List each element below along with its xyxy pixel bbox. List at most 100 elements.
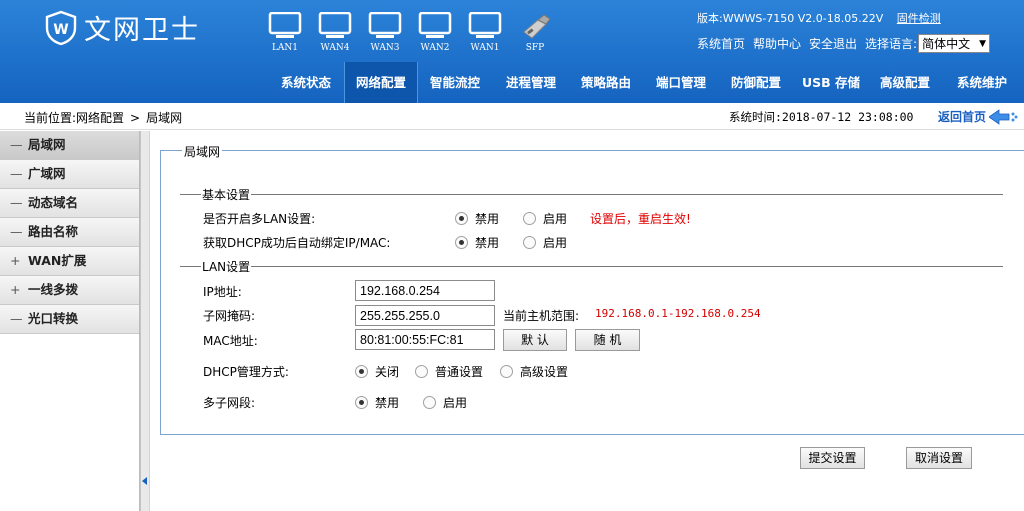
host-range-label: 当前主机范围: bbox=[503, 309, 580, 323]
dhcp-normal-radio[interactable]: 普通设置 bbox=[415, 363, 483, 380]
mac-default-button[interactable]: 默 认 bbox=[503, 329, 567, 351]
port-lan1[interactable]: LAN1 bbox=[260, 12, 310, 53]
brand-name: 文网卫士 bbox=[84, 15, 200, 46]
breadcrumb: 当前位置:网络配置 > 局域网 bbox=[24, 109, 182, 126]
back-home-link[interactable]: 返回首页 bbox=[938, 108, 1019, 125]
breadcrumb-bar: 当前位置:网络配置 > 局域网 系统时间:2018-07-12 23:08:00 返… bbox=[0, 103, 1024, 130]
nav-defense-config[interactable]: 防御配置 bbox=[722, 62, 790, 103]
sidebar-item-lan[interactable]: — 局域网 bbox=[0, 131, 139, 160]
panel-title: 局域网 bbox=[182, 143, 223, 160]
dhcp-bind-enable-radio[interactable]: 启用 bbox=[523, 234, 567, 251]
dhcp-off-radio[interactable]: 关闭 bbox=[355, 363, 399, 380]
breadcrumb-prefix: 当前位置:网络配置 bbox=[24, 111, 125, 125]
multi-lan-enable-radio[interactable]: 启用 bbox=[523, 210, 567, 227]
cancel-settings-button[interactable]: 取消设置 bbox=[906, 447, 972, 469]
sidebar-toggle-strip[interactable] bbox=[140, 131, 150, 511]
ip-address-input[interactable] bbox=[355, 280, 495, 301]
sidebar-item-multi-dial[interactable]: + 一线多拨 bbox=[0, 276, 139, 305]
nav-port-mgmt[interactable]: 端口管理 bbox=[647, 62, 715, 103]
port-label: WAN4 bbox=[320, 43, 350, 53]
multi-subnet-label: 多子网段: bbox=[203, 396, 256, 410]
mac-address-input[interactable] bbox=[355, 329, 495, 350]
port-wan3[interactable]: WAN3 bbox=[360, 12, 410, 53]
dhcp-bind-disable-radio[interactable]: 禁用 bbox=[455, 234, 499, 251]
sidebar-item-label: 动态域名 bbox=[28, 195, 79, 210]
multi-lan-disable-radio[interactable]: 禁用 bbox=[455, 210, 499, 227]
sidebar-item-label: WAN扩展 bbox=[28, 253, 87, 268]
dhcp-bind-label: 获取DHCP成功后自动绑定IP/MAC: bbox=[203, 236, 391, 250]
nav-network-config[interactable]: 网络配置 bbox=[344, 62, 418, 103]
help-center-link[interactable]: 帮助中心 bbox=[753, 35, 801, 52]
monitor-icon bbox=[318, 12, 352, 38]
lan-settings-title: LAN设置 bbox=[201, 258, 252, 275]
dropdown-arrow-icon: ▼ bbox=[979, 38, 987, 49]
sidebar-item-ddns[interactable]: — 动态域名 bbox=[0, 189, 139, 218]
system-home-link[interactable]: 系统首页 bbox=[697, 35, 745, 52]
firmware-check-link[interactable]: 固件检测 bbox=[897, 12, 941, 25]
radio-label: 禁用 bbox=[475, 212, 500, 226]
sidebar-item-wan[interactable]: — 广域网 bbox=[0, 160, 139, 189]
radio-checked-icon bbox=[455, 236, 468, 249]
back-arrow-icon bbox=[989, 108, 1018, 125]
port-status-bar: LAN1 WAN4 WAN3 WAN2 WAN1 SFP bbox=[260, 12, 560, 53]
multi-lan-label: 是否开启多LAN设置: bbox=[203, 212, 316, 226]
breadcrumb-separator: > bbox=[130, 111, 141, 125]
radio-unchecked-icon bbox=[523, 236, 536, 249]
port-wan2[interactable]: WAN2 bbox=[410, 12, 460, 53]
radio-label: 关闭 bbox=[375, 365, 400, 379]
port-wan4[interactable]: WAN4 bbox=[310, 12, 360, 53]
nav-advanced-config[interactable]: 高级配置 bbox=[871, 62, 939, 103]
nav-system-maintenance[interactable]: 系统维护 bbox=[946, 62, 1018, 103]
radio-unchecked-icon bbox=[500, 365, 513, 378]
multi-subnet-disable-radio[interactable]: 禁用 bbox=[355, 394, 399, 411]
radio-checked-icon bbox=[355, 396, 368, 409]
radio-label: 启用 bbox=[543, 212, 568, 226]
sidebar-item-wan-extend[interactable]: + WAN扩展 bbox=[0, 247, 139, 276]
nav-process-mgmt[interactable]: 进程管理 bbox=[497, 62, 565, 103]
port-sfp[interactable]: SFP bbox=[510, 12, 560, 53]
dhcp-advanced-radio[interactable]: 高级设置 bbox=[500, 363, 568, 380]
port-label: SFP bbox=[525, 43, 545, 53]
sidebar-item-label: 光口转换 bbox=[28, 311, 79, 326]
version-area: 版本:WWWS-7150 V2.0-18.05.22V 固件检测 系统首页 帮助… bbox=[697, 10, 991, 53]
sidebar-item-router-name[interactable]: — 路由名称 bbox=[0, 218, 139, 247]
collapse-sidebar-icon[interactable] bbox=[142, 477, 147, 485]
nav-system-status[interactable]: 系统状态 bbox=[272, 62, 340, 103]
nav-traffic-control[interactable]: 智能流控 bbox=[421, 62, 489, 103]
subnet-mask-input[interactable] bbox=[355, 305, 495, 326]
radio-label: 启用 bbox=[443, 396, 468, 410]
sidebar-item-optical-convert[interactable]: — 光口转换 bbox=[0, 305, 139, 334]
back-home-label: 返回首页 bbox=[938, 110, 987, 124]
multi-subnet-enable-radio[interactable]: 启用 bbox=[423, 394, 467, 411]
port-label: WAN3 bbox=[370, 43, 400, 53]
collapse-icon: — bbox=[10, 224, 23, 239]
top-header: W 文网卫士 LAN1 WAN4 WAN3 WAN2 WAN1 SFP 版本:W… bbox=[0, 0, 1024, 103]
dhcp-mode-label: DHCP管理方式: bbox=[203, 365, 289, 379]
collapse-icon: — bbox=[10, 166, 23, 181]
language-select[interactable]: 简体中文 ▼ bbox=[918, 34, 991, 53]
radio-unchecked-icon bbox=[423, 396, 436, 409]
radio-checked-icon bbox=[355, 365, 368, 378]
logout-link[interactable]: 安全退出 bbox=[809, 35, 857, 52]
nav-usb-storage[interactable]: USB 存储 bbox=[796, 62, 866, 103]
collapse-icon: — bbox=[10, 137, 23, 152]
radio-unchecked-icon bbox=[523, 212, 536, 225]
radio-label: 启用 bbox=[543, 236, 568, 250]
svg-text:W: W bbox=[53, 22, 68, 38]
mac-address-label: MAC地址: bbox=[203, 334, 258, 348]
radio-checked-icon bbox=[455, 212, 468, 225]
restart-notice: 设置后，重启生效! bbox=[590, 212, 691, 226]
monitor-icon bbox=[368, 12, 402, 38]
port-wan1[interactable]: WAN1 bbox=[460, 12, 510, 53]
nav-policy-routing[interactable]: 策略路由 bbox=[572, 62, 640, 103]
radio-label: 禁用 bbox=[475, 236, 500, 250]
collapse-icon: — bbox=[10, 311, 23, 326]
collapse-icon: — bbox=[10, 195, 23, 210]
shield-logo-icon: W bbox=[45, 10, 77, 45]
radio-unchecked-icon bbox=[415, 365, 428, 378]
submit-settings-button[interactable]: 提交设置 bbox=[800, 447, 865, 469]
basic-settings-title: 基本设置 bbox=[201, 186, 252, 203]
main-nav: 系统状态 网络配置 智能流控 进程管理 策略路由 端口管理 防御配置 USB 存… bbox=[0, 62, 1024, 103]
mac-random-button[interactable]: 随 机 bbox=[575, 329, 640, 351]
expand-icon: + bbox=[10, 282, 21, 297]
